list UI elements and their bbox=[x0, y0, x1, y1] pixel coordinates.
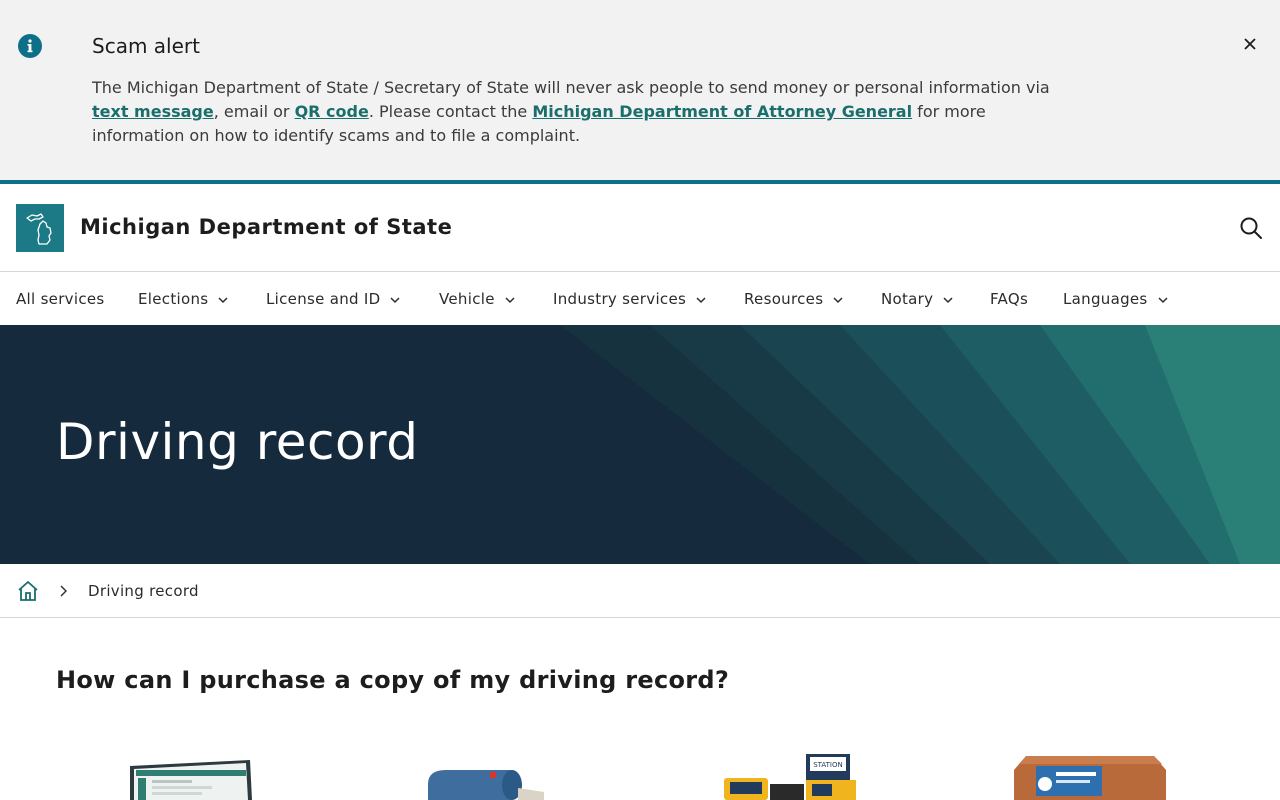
site-logo[interactable] bbox=[16, 204, 64, 252]
close-icon bbox=[1244, 38, 1256, 50]
chevron-down-icon bbox=[696, 296, 706, 303]
section-heading: How can I purchase a copy of my driving … bbox=[56, 666, 730, 694]
alert-message: The Michigan Department of State / Secre… bbox=[92, 78, 1050, 145]
main-navigation: All services Elections License and ID Ve… bbox=[0, 273, 1280, 325]
svg-text:STATION: STATION bbox=[813, 761, 843, 769]
self-service-station-option-image[interactable]: STATION bbox=[718, 748, 860, 800]
breadcrumb-home-link[interactable] bbox=[16, 579, 40, 603]
page-title: Driving record bbox=[56, 413, 419, 471]
breadcrumb: Driving record bbox=[0, 564, 1280, 618]
nav-industry-services[interactable]: Industry services bbox=[553, 273, 706, 325]
site-title[interactable]: Michigan Department of State bbox=[80, 215, 452, 239]
secretary-of-state-office-image bbox=[1014, 756, 1166, 800]
alert-title: Scam alert bbox=[92, 34, 200, 58]
chevron-down-icon bbox=[218, 296, 228, 303]
nav-all-services[interactable]: All services bbox=[16, 273, 105, 325]
hero-banner: Driving record bbox=[0, 325, 1280, 564]
search-button[interactable] bbox=[1238, 215, 1264, 241]
site-header: Michigan Department of State bbox=[0, 184, 1280, 272]
attorney-general-link[interactable]: Michigan Department of Attorney General bbox=[532, 102, 912, 121]
office-option-image[interactable] bbox=[1012, 748, 1168, 800]
home-icon bbox=[18, 581, 38, 601]
chevron-down-icon bbox=[1158, 296, 1168, 303]
close-alert-button[interactable] bbox=[1240, 34, 1260, 54]
chevron-down-icon bbox=[505, 296, 515, 303]
info-circle-icon bbox=[18, 34, 42, 58]
search-icon bbox=[1240, 217, 1262, 239]
nav-languages[interactable]: Languages bbox=[1063, 273, 1168, 325]
computer-screen-image bbox=[130, 760, 252, 800]
nav-elections[interactable]: Elections bbox=[138, 273, 228, 325]
chevron-down-icon bbox=[390, 296, 401, 303]
nav-resources[interactable]: Resources bbox=[744, 273, 843, 325]
nav-vehicle[interactable]: Vehicle bbox=[439, 273, 515, 325]
chevron-right-icon bbox=[60, 585, 67, 597]
nav-faqs[interactable]: FAQs bbox=[990, 273, 1028, 325]
mail-option-image[interactable] bbox=[420, 748, 550, 800]
chevron-down-icon bbox=[943, 296, 953, 303]
nav-license-and-id[interactable]: License and ID bbox=[266, 273, 401, 325]
chevron-down-icon bbox=[833, 296, 843, 303]
qr-code-link[interactable]: QR code bbox=[295, 102, 369, 121]
mailbox-image bbox=[428, 770, 544, 800]
scam-alert: Scam alert The Michigan Department of St… bbox=[0, 0, 1280, 180]
breadcrumb-current: Driving record bbox=[88, 582, 199, 600]
michigan-state-outline-icon bbox=[26, 213, 52, 245]
self-service-station-image: STATION bbox=[724, 754, 856, 800]
text-message-link[interactable]: text message bbox=[92, 102, 214, 121]
online-option-image[interactable] bbox=[128, 748, 254, 800]
nav-notary[interactable]: Notary bbox=[881, 273, 953, 325]
